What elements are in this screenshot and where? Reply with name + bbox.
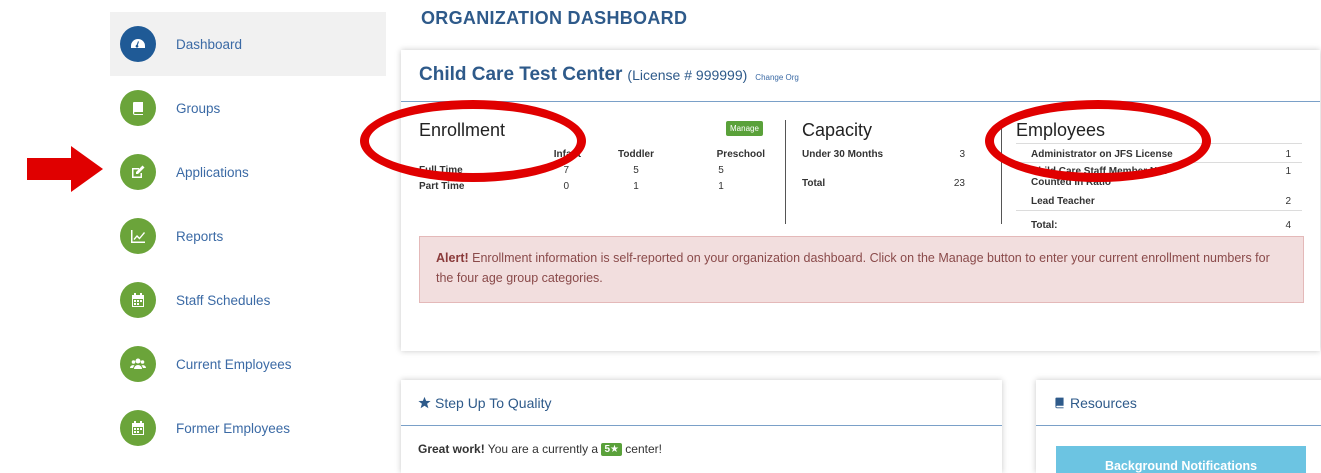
alert-label: Alert! (436, 251, 469, 265)
capacity-value: 23 (953, 178, 965, 189)
enrollment-cell: 5 (633, 165, 639, 176)
users-icon (120, 346, 156, 382)
sidebar-item-label: Applications (176, 164, 249, 180)
employees-value: 4 (1285, 220, 1291, 231)
enrollment-cell: 1 (718, 181, 724, 192)
employees-value: 1 (1285, 166, 1291, 177)
sidebar-item-current-employees[interactable]: Current Employees (110, 332, 386, 396)
enrollment-row-label: Part Time (419, 181, 465, 192)
sidebar-item-applications[interactable]: Applications (110, 140, 386, 204)
employees-value: 2 (1285, 196, 1291, 207)
chart-icon (120, 218, 156, 254)
divider (401, 101, 1320, 102)
sutq-header: Step Up To Quality (401, 380, 1002, 426)
sidebar-item-reports[interactable]: Reports (110, 204, 386, 268)
book-icon (1055, 397, 1064, 409)
sidebar-item-label: Dashboard (176, 36, 243, 52)
enrollment-col-toddler: Toddler (618, 149, 654, 160)
capacity-row-label: Total (802, 178, 826, 189)
enrollment-cell: 1 (633, 181, 639, 192)
enrollment-cell: 0 (563, 181, 569, 192)
employees-row-label: Total: (1031, 220, 1058, 231)
enrollment-col-preschool: Preschool (716, 149, 765, 160)
sutq-great: Great work! (418, 442, 485, 456)
change-org-link[interactable]: Change Org (755, 73, 799, 82)
star-icon (418, 396, 431, 409)
enrollment-alert: Alert! Enrollment information is self-re… (419, 236, 1304, 303)
sidebar-item-groups[interactable]: Groups (110, 76, 386, 140)
sidebar-item-label: Groups (176, 100, 221, 116)
sidebar: Dashboard Groups Applications Reports St… (110, 12, 386, 460)
divider (1016, 210, 1302, 211)
calendar-icon (120, 282, 156, 318)
sidebar-item-staff-schedules[interactable]: Staff Schedules (110, 268, 386, 332)
sidebar-item-label: Former Employees (176, 420, 291, 436)
capacity-title: Capacity (802, 120, 873, 140)
annotation-ellipse-employees (985, 100, 1211, 182)
dashboard-icon (120, 26, 156, 62)
org-license: (License # 999999) (627, 67, 748, 83)
capacity-value: 3 (959, 149, 965, 160)
manage-button[interactable]: Manage (726, 121, 763, 136)
calendar-icon (120, 410, 156, 446)
resources-title: Resources (1070, 394, 1137, 411)
resources-header: Resources (1036, 380, 1321, 426)
edit-icon (120, 154, 156, 190)
org-name: Child Care Test Center (419, 64, 623, 85)
sutq-text-end: center! (621, 442, 662, 456)
alert-text: Enrollment information is self-reported … (436, 251, 1270, 285)
annotation-arrow (27, 146, 103, 192)
page-title: ORGANIZATION DASHBOARD (421, 8, 688, 28)
org-summary-panel: Child Care Test Center (License # 999999… (401, 50, 1320, 351)
sutq-card: Step Up To Quality Great work! You are a… (401, 380, 1002, 473)
book-icon (120, 90, 156, 126)
enrollment-cell: 5 (718, 165, 724, 176)
sidebar-item-label: Staff Schedules (176, 292, 271, 308)
employees-row-label: Lead Teacher (1031, 196, 1095, 207)
employees-value: 1 (1285, 149, 1291, 160)
org-header: Child Care Test Center (License # 999999… (419, 64, 799, 86)
sidebar-item-label: Current Employees (176, 356, 292, 372)
annotation-ellipse-enrollment (360, 100, 586, 182)
sutq-body: Great work! You are a currently a 5★ cen… (401, 426, 1002, 472)
capacity-row-label: Under 30 Months (802, 149, 884, 160)
resources-card: Resources Background Notifications (1036, 380, 1321, 473)
sidebar-item-former-employees[interactable]: Former Employees (110, 396, 386, 460)
sutq-title: Step Up To Quality (435, 394, 552, 411)
sutq-text: You are a currently a (484, 442, 602, 456)
sidebar-item-label: Reports (176, 228, 224, 244)
star-rating-badge: 5★ (601, 443, 622, 457)
star-badge-icon: ★ (610, 444, 619, 456)
background-notifications-button[interactable]: Background Notifications (1056, 446, 1306, 473)
column-divider (785, 120, 786, 224)
sidebar-item-dashboard[interactable]: Dashboard (110, 12, 386, 76)
